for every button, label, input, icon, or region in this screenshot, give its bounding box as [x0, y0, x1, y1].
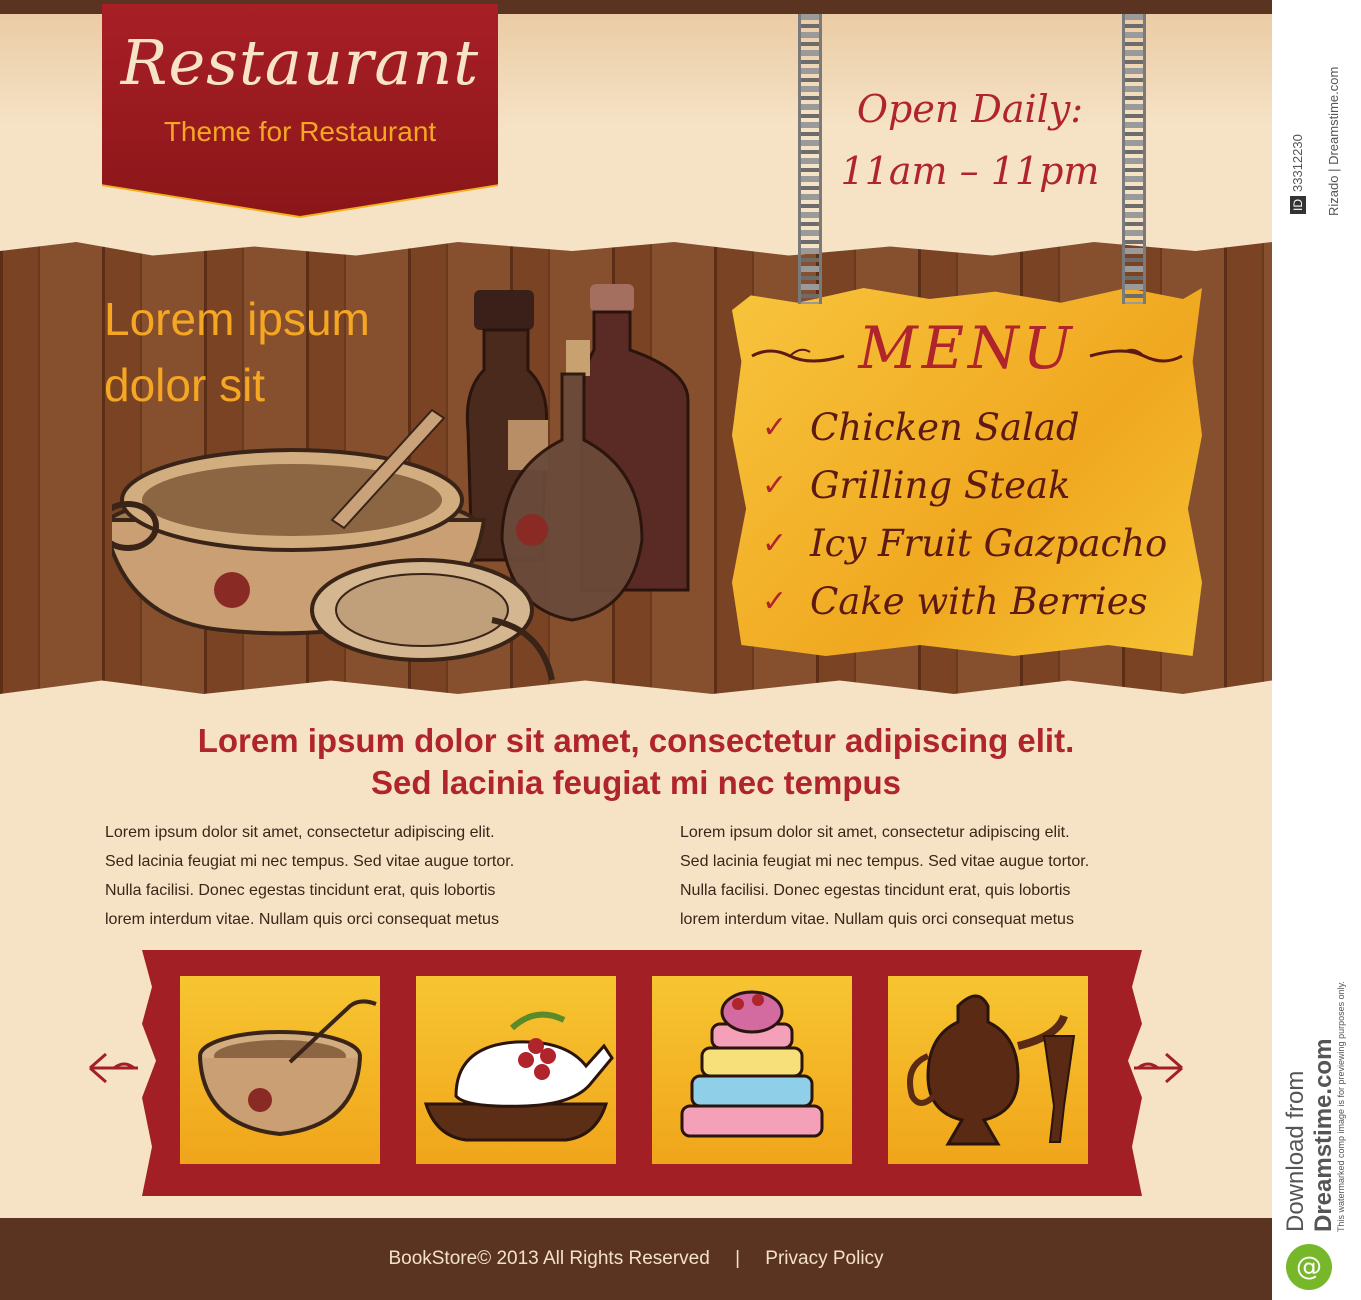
- arrow-right-icon[interactable]: [1132, 1050, 1188, 1086]
- chain-left: [798, 14, 822, 304]
- logo-subtitle: Theme for Restaurant: [163, 116, 437, 147]
- footer-separator: |: [735, 1248, 741, 1269]
- roast-chicken-icon: [423, 1011, 614, 1142]
- dreamstime-text[interactable]: Dreamstime.com: [1310, 1039, 1338, 1232]
- menu-board[interactable]: MENU ✓ Chicken Salad ✓ Grilling Steak ✓ …: [732, 288, 1202, 656]
- content-headline: Lorem ipsum dolor sit amet, consectetur …: [0, 720, 1272, 804]
- paragraph-line: Sed lacinia feugiat mi nec tempus. Sed v…: [105, 853, 515, 870]
- paragraph-line: Lorem ipsum dolor sit amet, consectetur …: [680, 824, 1070, 841]
- watermark-note: This watermarked comp image is for previ…: [1336, 981, 1346, 1232]
- menu-item-label: Cake with Berries: [810, 579, 1148, 623]
- hours-label: Open Daily:: [856, 87, 1084, 131]
- menu-item[interactable]: ✓ Cake with Berries: [762, 572, 1167, 630]
- soup-tureen-icon: [198, 999, 377, 1137]
- menu-title: MENU: [858, 314, 1076, 382]
- id-label: ID: [1290, 196, 1306, 214]
- menu-item[interactable]: ✓ Icy Fruit Gazpacho: [762, 514, 1167, 572]
- credit-text: Rizado | Dreamstime.com: [1326, 66, 1341, 216]
- menu-item[interactable]: ✓ Grilling Steak: [762, 456, 1167, 514]
- logo-banner[interactable]: Restaurant Theme for Restaurant: [102, 4, 498, 216]
- check-icon: ✓: [762, 409, 788, 445]
- gallery-tile[interactable]: [180, 976, 380, 1164]
- gallery-tile[interactable]: [416, 976, 616, 1164]
- menu-list: ✓ Chicken Salad ✓ Grilling Steak ✓ Icy F…: [762, 398, 1167, 630]
- menu-item-label: Grilling Steak: [810, 463, 1071, 507]
- menu-item-label: Icy Fruit Gazpacho: [810, 521, 1168, 565]
- check-icon: ✓: [762, 525, 788, 561]
- headline-line: Sed lacinia feugiat mi nec tempus: [371, 764, 901, 801]
- paragraph-line: Nulla facilisi. Donec egestas tincidunt …: [105, 882, 496, 899]
- paragraph-line: lorem interdum vitae. Nullam quis orci c…: [680, 911, 1074, 928]
- paragraph-line: lorem interdum vitae. Nullam quis orci c…: [105, 911, 499, 928]
- hours-value: 11am – 11pm: [840, 149, 1100, 193]
- gallery-tile[interactable]: [888, 976, 1088, 1164]
- privacy-policy-link[interactable]: Privacy Policy: [765, 1248, 883, 1269]
- tableware-illustration: [112, 284, 690, 681]
- copyright-text: BookStore© 2013 All Rights Reserved: [388, 1248, 710, 1269]
- paragraph-line: Lorem ipsum dolor sit amet, consectetur …: [105, 824, 495, 841]
- footer-links: BookStore© 2013 All Rights Reserved | Pr…: [0, 1248, 1272, 1270]
- paragraph-left: Lorem ipsum dolor sit amet, consectetur …: [105, 818, 605, 934]
- check-icon: ✓: [762, 467, 788, 503]
- coffee-pot-icon: [907, 994, 1076, 1146]
- gallery-tile[interactable]: [652, 976, 852, 1164]
- paragraph-right: Lorem ipsum dolor sit amet, consectetur …: [680, 818, 1180, 934]
- menu-item-label: Chicken Salad: [810, 405, 1080, 449]
- download-from-text: Download from: [1282, 1070, 1309, 1232]
- check-icon: ✓: [762, 583, 788, 619]
- logo-title: Restaurant: [120, 26, 480, 99]
- layer-cake-icon: [680, 990, 824, 1138]
- paragraph-line: Nulla facilisi. Donec egestas tincidunt …: [680, 882, 1071, 899]
- arrow-left-icon[interactable]: [84, 1050, 140, 1086]
- id-value: 33312230: [1290, 134, 1305, 192]
- chain-right: [1122, 14, 1146, 304]
- page: Restaurant Theme for Restaurant Open Dai…: [0, 0, 1272, 1300]
- dreamstime-logo-icon[interactable]: @: [1286, 1244, 1332, 1290]
- headline-line: Lorem ipsum dolor sit amet, consectetur …: [197, 722, 1075, 759]
- menu-item[interactable]: ✓ Chicken Salad: [762, 398, 1167, 456]
- paragraph-line: Sed lacinia feugiat mi nec tempus. Sed v…: [680, 853, 1090, 870]
- opening-hours: Open Daily: 11am – 11pm: [820, 78, 1120, 202]
